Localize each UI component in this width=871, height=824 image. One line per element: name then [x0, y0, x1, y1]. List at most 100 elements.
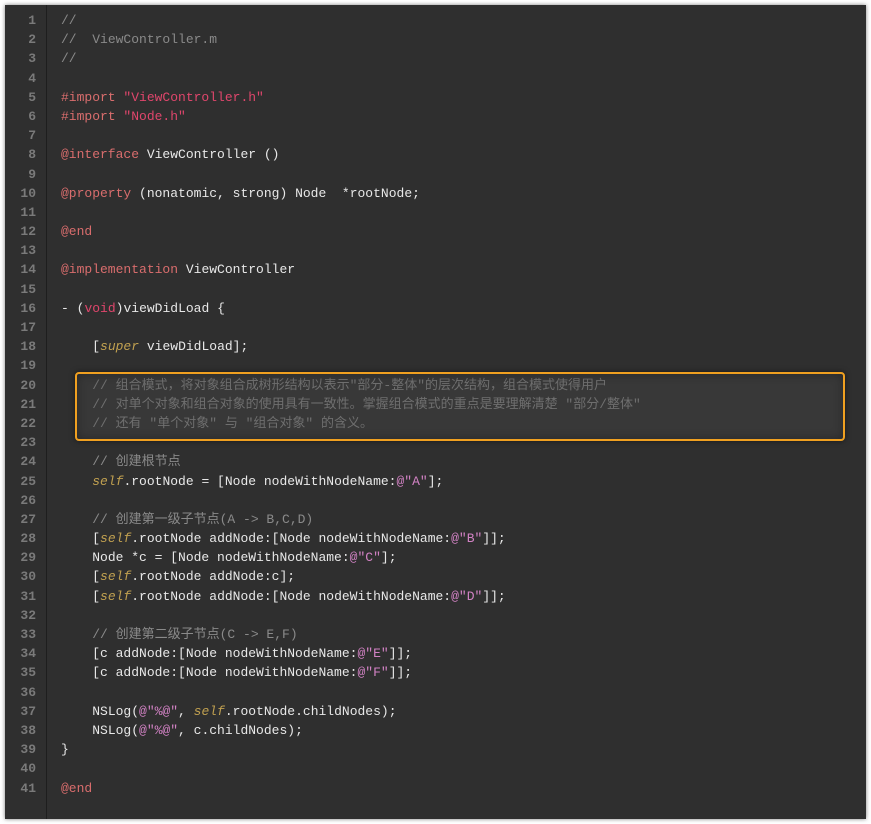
- code-line: [c addNode:[Node nodeWithNodeName:@"F"]]…: [61, 663, 866, 682]
- line-number: 37: [5, 702, 40, 721]
- line-number: 1: [5, 11, 40, 30]
- line-number: 12: [5, 222, 40, 241]
- comment: // 创建第一级子节点(A -> B,C,D): [92, 512, 313, 527]
- line-number: 33: [5, 625, 40, 644]
- line-number: 35: [5, 663, 40, 682]
- comment: // 对单个对象和组合对象的使用具有一致性。掌握组合模式的重点是要理解清楚 "部…: [92, 397, 641, 412]
- line-number: 6: [5, 107, 40, 126]
- line-number: 15: [5, 280, 40, 299]
- code-line: [61, 241, 866, 260]
- preprocessor: #import: [61, 109, 116, 124]
- code-area: // // ViewController.m // #import "ViewC…: [47, 5, 866, 819]
- code-line: #import "Node.h": [61, 107, 866, 126]
- keyword: @implementation: [61, 262, 178, 277]
- line-number: 16: [5, 299, 40, 318]
- line-number: 41: [5, 779, 40, 798]
- line-number: 32: [5, 606, 40, 625]
- code-line: }: [61, 740, 866, 759]
- code-line: [c addNode:[Node nodeWithNodeName:@"E"]]…: [61, 644, 866, 663]
- line-number: 39: [5, 740, 40, 759]
- line-number: 34: [5, 644, 40, 663]
- code-line: [61, 280, 866, 299]
- code-line: - (void)viewDidLoad {: [61, 299, 866, 318]
- comment: //: [61, 13, 77, 28]
- line-number: 14: [5, 260, 40, 279]
- code-editor: 1234567891011121314151617181920212223242…: [5, 5, 866, 819]
- line-number: 40: [5, 759, 40, 778]
- comment: // 组合模式，将对象组合成树形结构以表示"部分-整体"的层次结构，组合模式使得…: [92, 378, 607, 393]
- line-number: 13: [5, 241, 40, 260]
- code-line: // ViewController.m: [61, 30, 866, 49]
- line-number: 17: [5, 318, 40, 337]
- line-number: 2: [5, 30, 40, 49]
- line-number: 22: [5, 414, 40, 433]
- comment: // ViewController.m: [61, 32, 217, 47]
- code-line: [61, 203, 866, 222]
- line-number-gutter: 1234567891011121314151617181920212223242…: [5, 5, 47, 819]
- string: "Node.h": [123, 109, 185, 124]
- code-line: [61, 491, 866, 510]
- code-line: // 创建第一级子节点(A -> B,C,D): [61, 510, 866, 529]
- code-line: // 还有 "单个对象" 与 "组合对象" 的含义。: [61, 414, 866, 433]
- line-number: 8: [5, 145, 40, 164]
- keyword: @property: [61, 186, 131, 201]
- code-line: @interface ViewController (): [61, 145, 866, 164]
- code-line: [self.rootNode addNode:[Node nodeWithNod…: [61, 587, 866, 606]
- line-number: 5: [5, 88, 40, 107]
- code-line: [61, 759, 866, 778]
- code-line: @end: [61, 222, 866, 241]
- code-line: [61, 69, 866, 88]
- line-number: 26: [5, 491, 40, 510]
- keyword: @interface: [61, 147, 139, 162]
- code-line: [61, 165, 866, 184]
- string: "ViewController.h": [123, 90, 263, 105]
- line-number: 28: [5, 529, 40, 548]
- preprocessor: #import: [61, 90, 116, 105]
- code-line: @property (nonatomic, strong) Node *root…: [61, 184, 866, 203]
- line-number: 24: [5, 452, 40, 471]
- code-line: // 创建根节点: [61, 452, 866, 471]
- code-line: [61, 318, 866, 337]
- line-number: 25: [5, 472, 40, 491]
- code-line: Node *c = [Node nodeWithNodeName:@"C"];: [61, 548, 866, 567]
- code-line: //: [61, 49, 866, 68]
- code-line: [61, 606, 866, 625]
- code-line: self.rootNode = [Node nodeWithNodeName:@…: [61, 472, 866, 491]
- line-number: 9: [5, 165, 40, 184]
- comment: //: [61, 51, 77, 66]
- comment: // 还有 "单个对象" 与 "组合对象" 的含义。: [92, 416, 373, 431]
- code-line: [self.rootNode addNode:c];: [61, 567, 866, 586]
- code-line: [61, 433, 866, 452]
- code-line: [super viewDidLoad];: [61, 337, 866, 356]
- line-number: 11: [5, 203, 40, 222]
- code-line: NSLog(@"%@", self.rootNode.childNodes);: [61, 702, 866, 721]
- line-number: 31: [5, 587, 40, 606]
- line-number: 21: [5, 395, 40, 414]
- code-line: [self.rootNode addNode:[Node nodeWithNod…: [61, 529, 866, 548]
- line-number: 27: [5, 510, 40, 529]
- keyword: @end: [61, 224, 92, 239]
- code-line: // 创建第二级子节点(C -> E,F): [61, 625, 866, 644]
- line-number: 18: [5, 337, 40, 356]
- code-line: [61, 356, 866, 375]
- code-line: // 组合模式，将对象组合成树形结构以表示"部分-整体"的层次结构，组合模式使得…: [61, 376, 866, 395]
- comment: // 创建根节点: [92, 454, 180, 469]
- code-line: @end: [61, 779, 866, 798]
- keyword: @end: [61, 781, 92, 796]
- code-line: @implementation ViewController: [61, 260, 866, 279]
- line-number: 23: [5, 433, 40, 452]
- line-number: 4: [5, 69, 40, 88]
- comment: // 创建第二级子节点(C -> E,F): [92, 627, 297, 642]
- line-number: 36: [5, 683, 40, 702]
- line-number: 29: [5, 548, 40, 567]
- code-line: [61, 126, 866, 145]
- line-number: 19: [5, 356, 40, 375]
- line-number: 7: [5, 126, 40, 145]
- line-number: 30: [5, 567, 40, 586]
- code-line: NSLog(@"%@", c.childNodes);: [61, 721, 866, 740]
- line-number: 3: [5, 49, 40, 68]
- code-line: // 对单个对象和组合对象的使用具有一致性。掌握组合模式的重点是要理解清楚 "部…: [61, 395, 866, 414]
- line-number: 20: [5, 376, 40, 395]
- code-line: #import "ViewController.h": [61, 88, 866, 107]
- line-number: 10: [5, 184, 40, 203]
